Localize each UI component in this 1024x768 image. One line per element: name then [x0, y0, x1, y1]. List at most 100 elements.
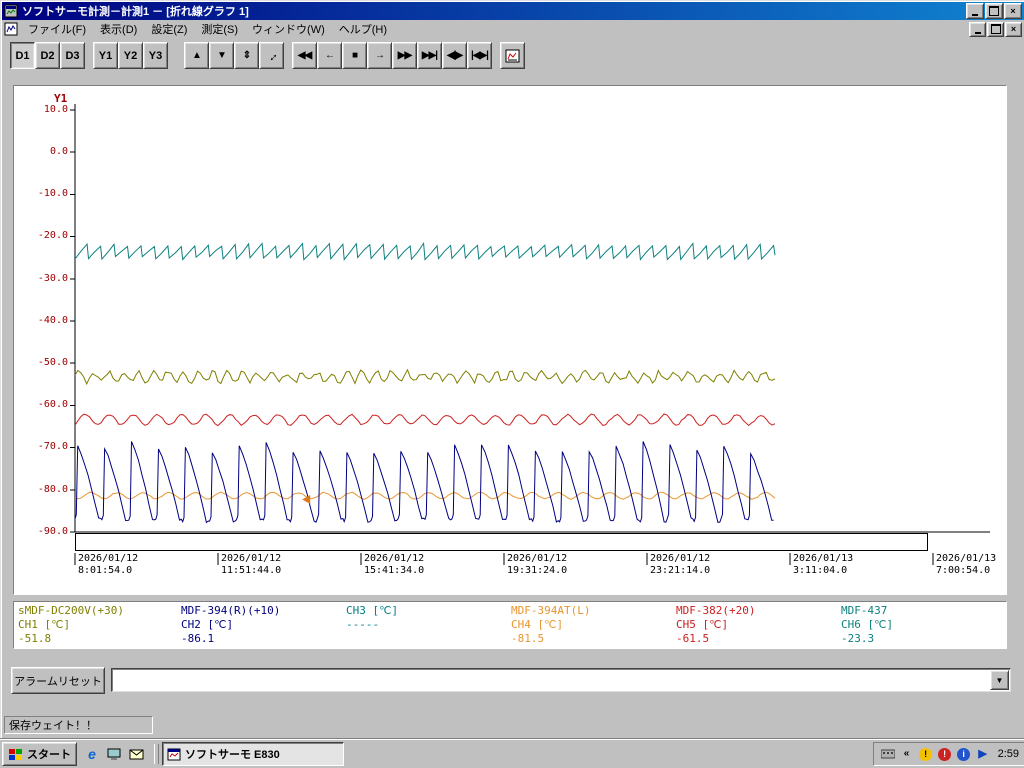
right-arrow-icon: → [375, 50, 385, 61]
channel-label: CH6 [℃] [841, 618, 894, 631]
status-bar: 保存ウェイト！！ [2, 712, 1024, 738]
channel-label: CH4 [℃] [511, 618, 564, 631]
x-tick-label-1: 2026/01/12 8:01:54.0 [78, 553, 139, 576]
channel-label: CH2 [℃] [181, 618, 234, 631]
input-device-icon[interactable] [880, 746, 896, 762]
ie-icon[interactable]: e [83, 745, 101, 763]
dropdown-arrow-icon[interactable]: ▼ [990, 670, 1009, 690]
step-forward-button[interactable]: → [367, 42, 392, 69]
menu-bar: ファイル(F) 表示(D) 設定(Z) 測定(S) ウィンドウ(W) ヘルプ(H… [2, 20, 1024, 38]
restore-button[interactable] [985, 3, 1003, 19]
diagonal-arrow-icon: ↔ [262, 46, 281, 65]
channel-legend-ch3: CH3 [℃] ----- [346, 604, 508, 632]
status-panel: 保存ウェイト！！ [4, 716, 153, 734]
mail-icon[interactable] [127, 745, 145, 763]
step-back-button[interactable]: ← [317, 42, 342, 69]
compress-time-button[interactable]: |◀▶| [467, 42, 492, 69]
menu-settings[interactable]: 設定(Z) [144, 19, 194, 39]
alarm-selector-value [115, 672, 990, 686]
channel-value: -51.8 [18, 632, 52, 645]
channel-legend-ch4: MDF-394AT(L) CH4 [℃] -81.5 [511, 604, 673, 646]
up-down-arrow-icon: ⇕ [242, 50, 251, 61]
toolbar-y3-button[interactable]: Y3 [143, 42, 168, 69]
channel-legend-ch2: MDF-394(R)(+10) CH2 [℃] -86.1 [181, 604, 343, 646]
channel-value: -23.3 [841, 632, 875, 645]
task-button-softthermo[interactable]: ソフトサーモ E830 [162, 742, 344, 766]
menu-help[interactable]: ヘルプ(H) [332, 19, 394, 39]
stop-button[interactable]: ■ [342, 42, 367, 69]
channel-value: ----- [346, 618, 380, 631]
stop-icon: ■ [351, 50, 358, 61]
channel-label: CH3 [℃] [346, 604, 399, 617]
down-arrow-icon: ▼ [217, 50, 227, 61]
channel-legend-ch6: MDF-437 CH6 [℃] -23.3 [841, 604, 1003, 646]
collapse-chevron-icon[interactable]: « [899, 746, 915, 762]
toolbar: D1 D2 D3 Y1 Y2 Y3 ▲ ▼ ⇕ ↔ ◀◀ ← ■ → ▶▶ ▶▶… [2, 38, 1024, 73]
expand-time-button[interactable]: ◀|▶ [442, 42, 467, 69]
scroll-down-button[interactable]: ▼ [209, 42, 234, 69]
alert-tray-icon[interactable]: ! [937, 746, 953, 762]
status-text: 保存ウェイト！！ [9, 720, 97, 732]
play-tray-icon[interactable]: ▶ [975, 746, 991, 762]
toolbar-d1-button[interactable]: D1 [10, 42, 35, 69]
warning-tray-icon[interactable]: ! [918, 746, 934, 762]
channel-value: -86.1 [181, 632, 215, 645]
window-title: ソフトサーモ計測－計測1 － [折れ線グラフ 1] [22, 6, 249, 18]
x-tick-label-5: 2026/01/12 23:21:14.0 [650, 553, 711, 576]
alarm-reset-button[interactable]: アラームリセット [11, 667, 105, 694]
rewind-icon: ◀◀ [297, 50, 312, 61]
scroll-updown-button[interactable]: ⇕ [234, 42, 259, 69]
compress-icon: |◀▶| [471, 50, 489, 61]
channel-label: CH1 [℃] [18, 618, 71, 631]
app-icon [4, 4, 18, 18]
toolbar-d2-button[interactable]: D2 [35, 42, 60, 69]
alarm-row: アラームリセット ▼ [1, 665, 1024, 695]
plot-area [70, 104, 990, 565]
document-icon[interactable] [4, 22, 18, 36]
start-button[interactable]: スタート [2, 742, 77, 766]
x-tick-label-7: 2026/01/13 7:00:54.0 [936, 553, 997, 576]
to-end-button[interactable]: ▶▶| [417, 42, 442, 69]
taskbar: スタート e ソフトサーモ E830 « ! ! i ▶ 2:59 [0, 739, 1024, 768]
menu-window[interactable]: ウィンドウ(W) [245, 19, 332, 39]
x-tick-label-6: 2026/01/13 3:11:04.0 [793, 553, 854, 576]
channel-name: MDF-394AT(L) [511, 604, 591, 617]
menu-measure[interactable]: 測定(S) [194, 19, 245, 39]
channel-legend-ch1: sMDF-DC200V(+30) CH1 [℃] -51.8 [18, 604, 180, 646]
desktop: ソフトサーモ計測－計測1 － [折れ線グラフ 1] × ファイル(F) 表示(D… [0, 0, 1024, 768]
desktop-icon[interactable] [105, 745, 123, 763]
child-minimize-button[interactable] [969, 21, 986, 37]
menu-file[interactable]: ファイル(F) [21, 19, 93, 39]
info-tray-icon[interactable]: i [956, 746, 972, 762]
time-range-bar[interactable] [75, 533, 928, 551]
taskbar-divider [154, 744, 159, 764]
channel-name: sMDF-DC200V(+30) [18, 604, 124, 617]
toolbar-y2-button[interactable]: Y2 [118, 42, 143, 69]
quick-launch: e [83, 745, 145, 763]
channel-legend-panel: sMDF-DC200V(+30) CH1 [℃] -51.8 MDF-394(R… [13, 601, 1007, 649]
channel-value: -61.5 [676, 632, 710, 645]
taskbar-clock: 2:59 [997, 748, 1019, 760]
expand-icon: ◀|▶ [446, 50, 463, 61]
child-restore-button[interactable] [987, 21, 1004, 37]
fast-forward-button[interactable]: ▶▶ [392, 42, 417, 69]
close-button[interactable]: × [1004, 3, 1022, 19]
scroll-up-button[interactable]: ▲ [184, 42, 209, 69]
x-tick-label-3: 2026/01/12 15:41:34.0 [364, 553, 425, 576]
toolbar-y1-button[interactable]: Y1 [93, 42, 118, 69]
rewind-button[interactable]: ◀◀ [292, 42, 317, 69]
alarm-selector[interactable]: ▼ [111, 668, 1011, 692]
channel-legend-ch5: MDF-382(+20) CH5 [℃] -61.5 [676, 604, 838, 646]
zoom-diagonal-button[interactable]: ↔ [259, 42, 284, 69]
mini-graph-icon [505, 49, 520, 62]
child-close-button[interactable]: × [1005, 21, 1022, 37]
x-tick-label-2: 2026/01/12 11:51:44.0 [221, 553, 282, 576]
channel-name: MDF-382(+20) [676, 604, 756, 617]
left-arrow-icon: ← [325, 50, 335, 61]
task-label: ソフトサーモ E830 [185, 749, 280, 761]
windows-logo-icon [9, 749, 22, 760]
minimize-button[interactable] [966, 3, 984, 19]
toolbar-d3-button[interactable]: D3 [60, 42, 85, 69]
graph-type-button[interactable] [500, 42, 525, 69]
menu-view[interactable]: 表示(D) [93, 19, 144, 39]
